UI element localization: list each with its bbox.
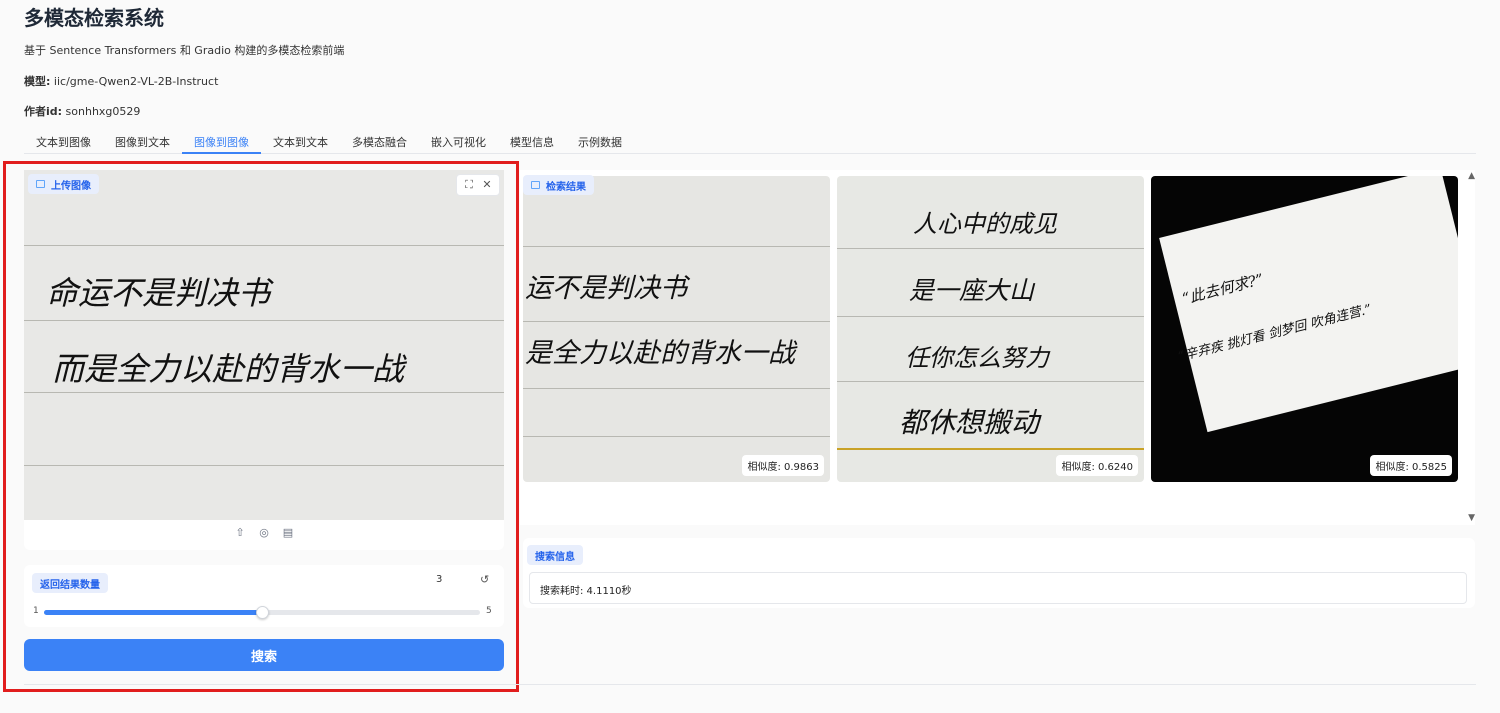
divider — [24, 684, 1476, 685]
tab-embedding-visualization[interactable]: 嵌入可视化 — [419, 130, 498, 154]
search-button[interactable]: 搜索 — [24, 639, 504, 671]
image-controls: ⛶ ✕ — [456, 174, 500, 196]
slider-fill — [44, 610, 262, 615]
model-label: 模型: — [24, 75, 51, 88]
tab-multimodal-fusion[interactable]: 多模态融合 — [340, 130, 419, 154]
clipboard-icon[interactable]: ▤ — [281, 526, 295, 540]
model-value: iic/gme-Qwen2-VL-2B-Instruct — [50, 75, 219, 88]
tab-image-to-image[interactable]: 图像到图像 — [182, 130, 261, 154]
search-info-panel: 搜索信息 搜索耗时: 4.1110秒 — [523, 538, 1475, 608]
result-count-label-text: 返回结果数量 — [40, 579, 100, 591]
result-handwriting: 人心中的成见 — [913, 210, 1057, 238]
result-count-slider[interactable] — [44, 606, 480, 619]
slider-thumb[interactable] — [256, 606, 269, 619]
result-card[interactable]: 运不是判决书 是全力以赴的背水一战 相似度: 0.9863 — [523, 176, 830, 482]
webcam-icon[interactable]: ◎ — [257, 526, 271, 540]
image-icon — [36, 180, 45, 188]
author-info: 作者id: sonhhxg0529 — [24, 103, 140, 119]
note-paper — [1159, 176, 1458, 433]
model-info: 模型: iic/gme-Qwen2-VL-2B-Instruct — [24, 73, 218, 89]
results-label-text: 检索结果 — [546, 181, 586, 193]
uploaded-image[interactable]: 命运不是判决书 而是全力以赴的背水一战 — [24, 170, 504, 520]
upload-image-label: 上传图像 — [28, 174, 99, 194]
results-label: 检索结果 — [523, 175, 594, 195]
result-card[interactable]: “此去何求?” “辛弃疾 挑灯看 剑梦回 吹角连营.” 相似度: 0.5825 — [1151, 176, 1458, 482]
slider-max-label: 5 — [486, 606, 492, 616]
handwriting-line: 而是全力以赴的背水一战 — [52, 350, 405, 388]
slider-min-label: 1 — [33, 606, 39, 616]
fullscreen-icon[interactable]: ⛶ — [461, 177, 477, 193]
result-handwriting: 都休想搬动 — [899, 406, 1040, 439]
similarity-score: 相似度: 0.6240 — [1056, 455, 1138, 476]
result-handwriting: 任你怎么努力 — [905, 344, 1049, 372]
scroll-up-icon[interactable]: ▲ — [1468, 171, 1475, 181]
result-handwriting: 运不是判决书 — [525, 273, 687, 304]
result-count-label: 返回结果数量 — [32, 573, 108, 593]
author-label: 作者id: — [24, 105, 63, 118]
tab-model-info[interactable]: 模型信息 — [498, 130, 566, 154]
upload-image-label-text: 上传图像 — [51, 180, 91, 192]
result-handwriting: 是一座大山 — [909, 276, 1035, 305]
image-icon — [531, 181, 540, 189]
page-title: 多模态检索系统 — [24, 6, 164, 30]
similarity-score: 相似度: 0.5825 — [1370, 455, 1452, 476]
tab-text-to-image[interactable]: 文本到图像 — [24, 130, 103, 154]
handwriting-line: 命运不是判决书 — [46, 274, 271, 312]
result-card[interactable]: 人心中的成见 是一座大山 任你怎么努力 都休想搬动 相似度: 0.6240 — [837, 176, 1144, 482]
result-count-value[interactable]: 3 — [436, 574, 442, 585]
search-info-label-text: 搜索信息 — [535, 551, 575, 563]
tab-image-to-text[interactable]: 图像到文本 — [103, 130, 182, 154]
similarity-score: 相似度: 0.9863 — [742, 455, 824, 476]
result-handwriting: 是全力以赴的背水一战 — [525, 338, 795, 369]
page-subtitle: 基于 Sentence Transformers 和 Gradio 构建的多模态… — [24, 44, 345, 57]
results-gallery: 运不是判决书 是全力以赴的背水一战 相似度: 0.9863 人心中的成见 是一座… — [520, 170, 1475, 525]
upload-image-panel[interactable]: 命运不是判决书 而是全力以赴的背水一战 上传图像 ⛶ ✕ ⇧ ◎ ▤ — [24, 170, 504, 550]
search-info-text: 搜索耗时: 4.1110秒 — [529, 572, 1467, 604]
search-info-label: 搜索信息 — [527, 545, 583, 565]
upload-icon[interactable]: ⇧ — [233, 526, 247, 540]
tab-text-to-text[interactable]: 文本到文本 — [261, 130, 340, 154]
author-value: sonhhxg0529 — [62, 105, 141, 118]
close-icon[interactable]: ✕ — [479, 177, 495, 193]
upload-source-toolbar: ⇧ ◎ ▤ — [24, 526, 504, 546]
tab-bar: 文本到图像 图像到文本 图像到图像 文本到文本 多模态融合 嵌入可视化 模型信息… — [24, 130, 1476, 154]
tab-example-data[interactable]: 示例数据 — [566, 130, 634, 154]
result-count-slider-panel: 返回结果数量 3 ↺ 1 5 — [24, 565, 504, 627]
scroll-down-icon[interactable]: ▼ — [1468, 513, 1475, 523]
reset-icon[interactable]: ↺ — [480, 573, 489, 586]
